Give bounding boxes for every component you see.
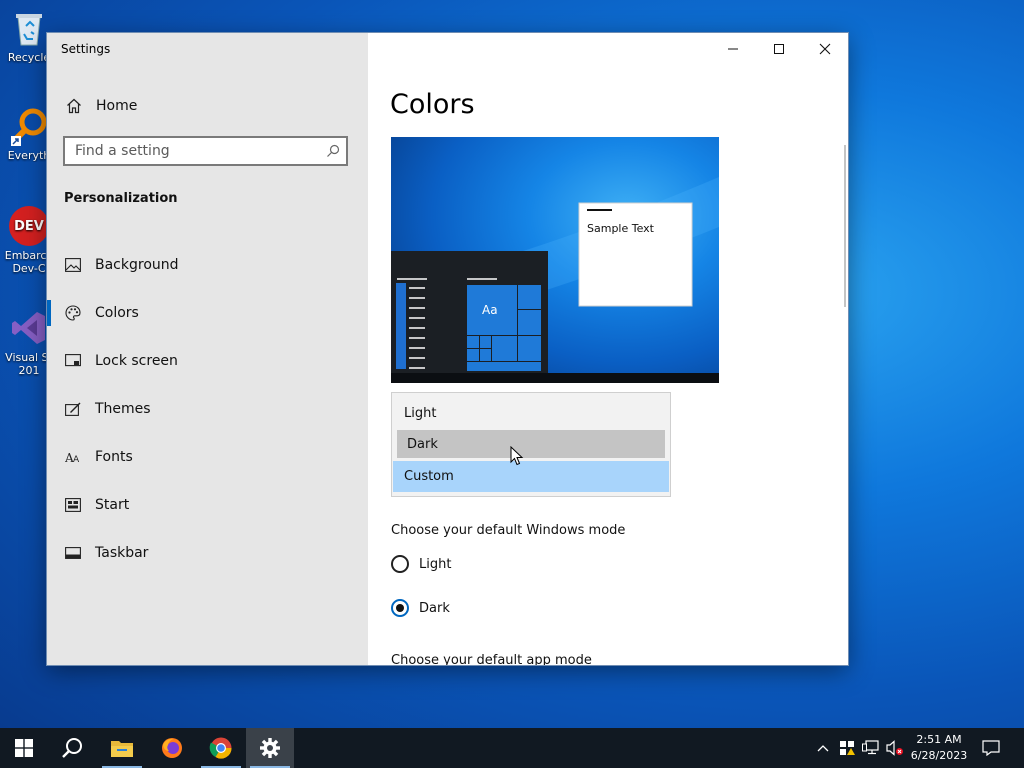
scrollbar[interactable] [844, 145, 846, 307]
svg-text:A: A [73, 455, 80, 464]
preview-tile-text: Aa [482, 303, 498, 317]
network-icon [862, 740, 879, 755]
maximize-icon [774, 44, 784, 54]
search-icon [62, 738, 82, 758]
radio-circle-selected[interactable] [391, 599, 409, 617]
themes-icon [64, 402, 82, 416]
settings-window: Settings Home Personalization Background [47, 33, 848, 665]
notification-icon [982, 740, 1000, 756]
action-center-button[interactable] [978, 728, 1004, 768]
chevron-up-icon [817, 745, 829, 752]
sidebar-item-label: Background [95, 257, 179, 273]
start-icon [64, 498, 82, 512]
sidebar-item-label: Start [95, 497, 130, 513]
dropdown-option-light[interactable]: Light [393, 398, 669, 429]
dropdown-option-dark[interactable]: Dark [397, 430, 665, 458]
tray-network[interactable] [860, 728, 882, 768]
nav-list: Background Colors Lock screen Themes A A… [47, 241, 368, 577]
sidebar-item-fonts[interactable]: AA Fonts [47, 433, 368, 481]
page-title: Colors [390, 89, 475, 120]
radio-circle[interactable] [391, 555, 409, 573]
gear-icon [260, 738, 280, 758]
radio-label: Dark [419, 600, 450, 616]
sidebar-item-lock-screen[interactable]: Lock screen [47, 337, 368, 385]
windows-mode-label: Choose your default Windows mode [391, 523, 626, 538]
close-button[interactable] [802, 33, 848, 65]
windows-mode-light-radio[interactable]: Light [391, 555, 451, 573]
clock-time: 2:51 AM [916, 733, 962, 746]
window-title: Settings [61, 42, 111, 56]
volume-muted-icon [886, 740, 903, 756]
home-icon [65, 98, 83, 114]
everything-search-icon [9, 106, 49, 146]
radio-label: Light [419, 556, 452, 572]
search-box[interactable] [63, 136, 348, 166]
palette-icon [64, 305, 82, 321]
sidebar-item-themes[interactable]: Themes [47, 385, 368, 433]
close-icon [819, 43, 831, 55]
sidebar-item-label: Colors [95, 305, 139, 321]
tray-volume[interactable] [884, 728, 906, 768]
content-pane: Colors Aa Sample Text Light Dark Custom … [368, 33, 848, 665]
app-mode-label: Choose your default app mode [391, 653, 592, 665]
minimize-icon [728, 48, 738, 50]
visual-studio-icon [9, 308, 49, 348]
minimize-button[interactable] [710, 33, 756, 65]
sidebar-item-label: Themes [95, 401, 151, 417]
color-preview: Aa Sample Text [391, 137, 719, 383]
sidebar-item-label: Lock screen [95, 353, 178, 369]
home-label: Home [96, 98, 138, 114]
sidebar: Settings Home Personalization Background [47, 33, 368, 665]
taskbar-search-button[interactable] [48, 728, 96, 768]
recycle-bin-icon [9, 8, 49, 48]
start-button[interactable] [0, 728, 48, 768]
taskbar-icon [64, 547, 82, 559]
tray-security[interactable] [836, 728, 858, 768]
image-icon [64, 258, 82, 272]
folder-icon [111, 741, 133, 757]
sidebar-item-start[interactable]: Start [47, 481, 368, 529]
window-controls [710, 33, 848, 65]
clock-date: 6/28/2023 [910, 749, 968, 762]
sidebar-item-background[interactable]: Background [47, 241, 368, 289]
taskbar-clock[interactable]: 2:51 AM 6/28/2023 [904, 732, 974, 764]
sidebar-item-label: Taskbar [95, 545, 149, 561]
taskbar-firefox[interactable] [148, 728, 196, 768]
dropdown-option-custom[interactable]: Custom [393, 461, 669, 492]
section-title: Personalization [64, 191, 178, 206]
windows-security-warning-icon [840, 741, 855, 755]
sidebar-item-taskbar[interactable]: Taskbar [47, 529, 368, 577]
taskbar: 2:51 AM 6/28/2023 [0, 728, 1024, 768]
mouse-cursor-icon [510, 445, 524, 470]
lock-screen-icon [64, 354, 82, 368]
taskbar-chrome[interactable] [197, 728, 245, 768]
taskbar-file-explorer[interactable] [98, 728, 146, 768]
windows-mode-dark-radio[interactable]: Dark [391, 599, 450, 617]
search-icon[interactable] [326, 143, 340, 162]
preview-sample-text: Sample Text [587, 222, 654, 235]
search-input[interactable] [65, 138, 315, 164]
chrome-icon [209, 737, 232, 759]
sidebar-item-colors[interactable]: Colors [47, 289, 368, 337]
home-button[interactable]: Home [47, 93, 368, 119]
taskbar-settings[interactable] [246, 728, 294, 768]
maximize-button[interactable] [756, 33, 802, 65]
devcpp-icon: DEV [9, 206, 49, 246]
sidebar-item-label: Fonts [95, 449, 133, 465]
color-mode-dropdown[interactable]: Light Dark Custom [391, 392, 671, 497]
fonts-icon: AA [64, 450, 82, 464]
firefox-icon [162, 738, 182, 758]
tray-show-hidden[interactable] [812, 728, 834, 768]
windows-logo-icon [15, 739, 33, 757]
